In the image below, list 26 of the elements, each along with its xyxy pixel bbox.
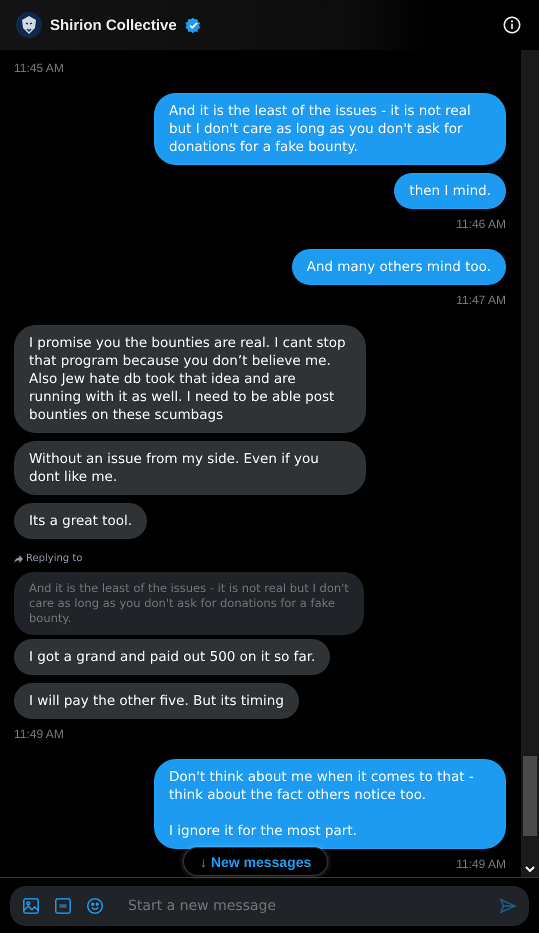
emoji-icon[interactable]	[86, 896, 104, 914]
scrollbar[interactable]	[521, 50, 539, 877]
chevron-down-icon[interactable]	[525, 866, 535, 873]
message-bubble: Without an issue from my side. Even if you dont like me.	[14, 441, 366, 495]
reply-arrow-icon	[14, 554, 23, 562]
message-bubble: I promise you the bounties are real. I cant stop that program because you don’t believe me. Also Jew hate db took that idea and are running with it as well. I need to be able post bounties on these scumbags	[14, 325, 366, 433]
message-bubble: And it is the least of the issues - it is not real but I don't care as long as you don't ask for donations for a fake bounty.	[154, 93, 506, 165]
message-timestamp: 11:49 AM	[14, 727, 64, 741]
replying-to-label: Replying to	[26, 553, 82, 564]
message-bubble: I will pay the other five. But its timing	[14, 683, 299, 719]
info-icon[interactable]	[503, 16, 521, 34]
message-input[interactable]: Start a new message	[126, 896, 485, 914]
message-bubble: And many others mind too.	[292, 249, 506, 285]
message-timestamp: 11:46 AM	[456, 217, 506, 231]
message-composer[interactable]: Start a new message	[10, 886, 529, 926]
message-bubble: I got a grand and paid out 500 on it so far.	[14, 639, 330, 675]
message-bubble: Don't think about me when it comes to that - think about the fact others notice too. I ignore it for the most part.	[154, 759, 506, 849]
message-bubble: then I mind.	[394, 173, 506, 209]
message-bubble: Its a great tool.	[14, 503, 148, 539]
message-timestamp: 11:49 AM	[456, 857, 506, 871]
account-name: Shirion Collective	[50, 16, 177, 34]
image-icon[interactable]	[22, 896, 40, 914]
message-timestamp: 11:47 AM	[456, 293, 506, 307]
scrollbar-thumb[interactable]	[523, 756, 537, 836]
message-timestamp: 11:45 AM	[14, 61, 64, 75]
new-messages-button[interactable]: ↓ New messages	[183, 847, 328, 876]
